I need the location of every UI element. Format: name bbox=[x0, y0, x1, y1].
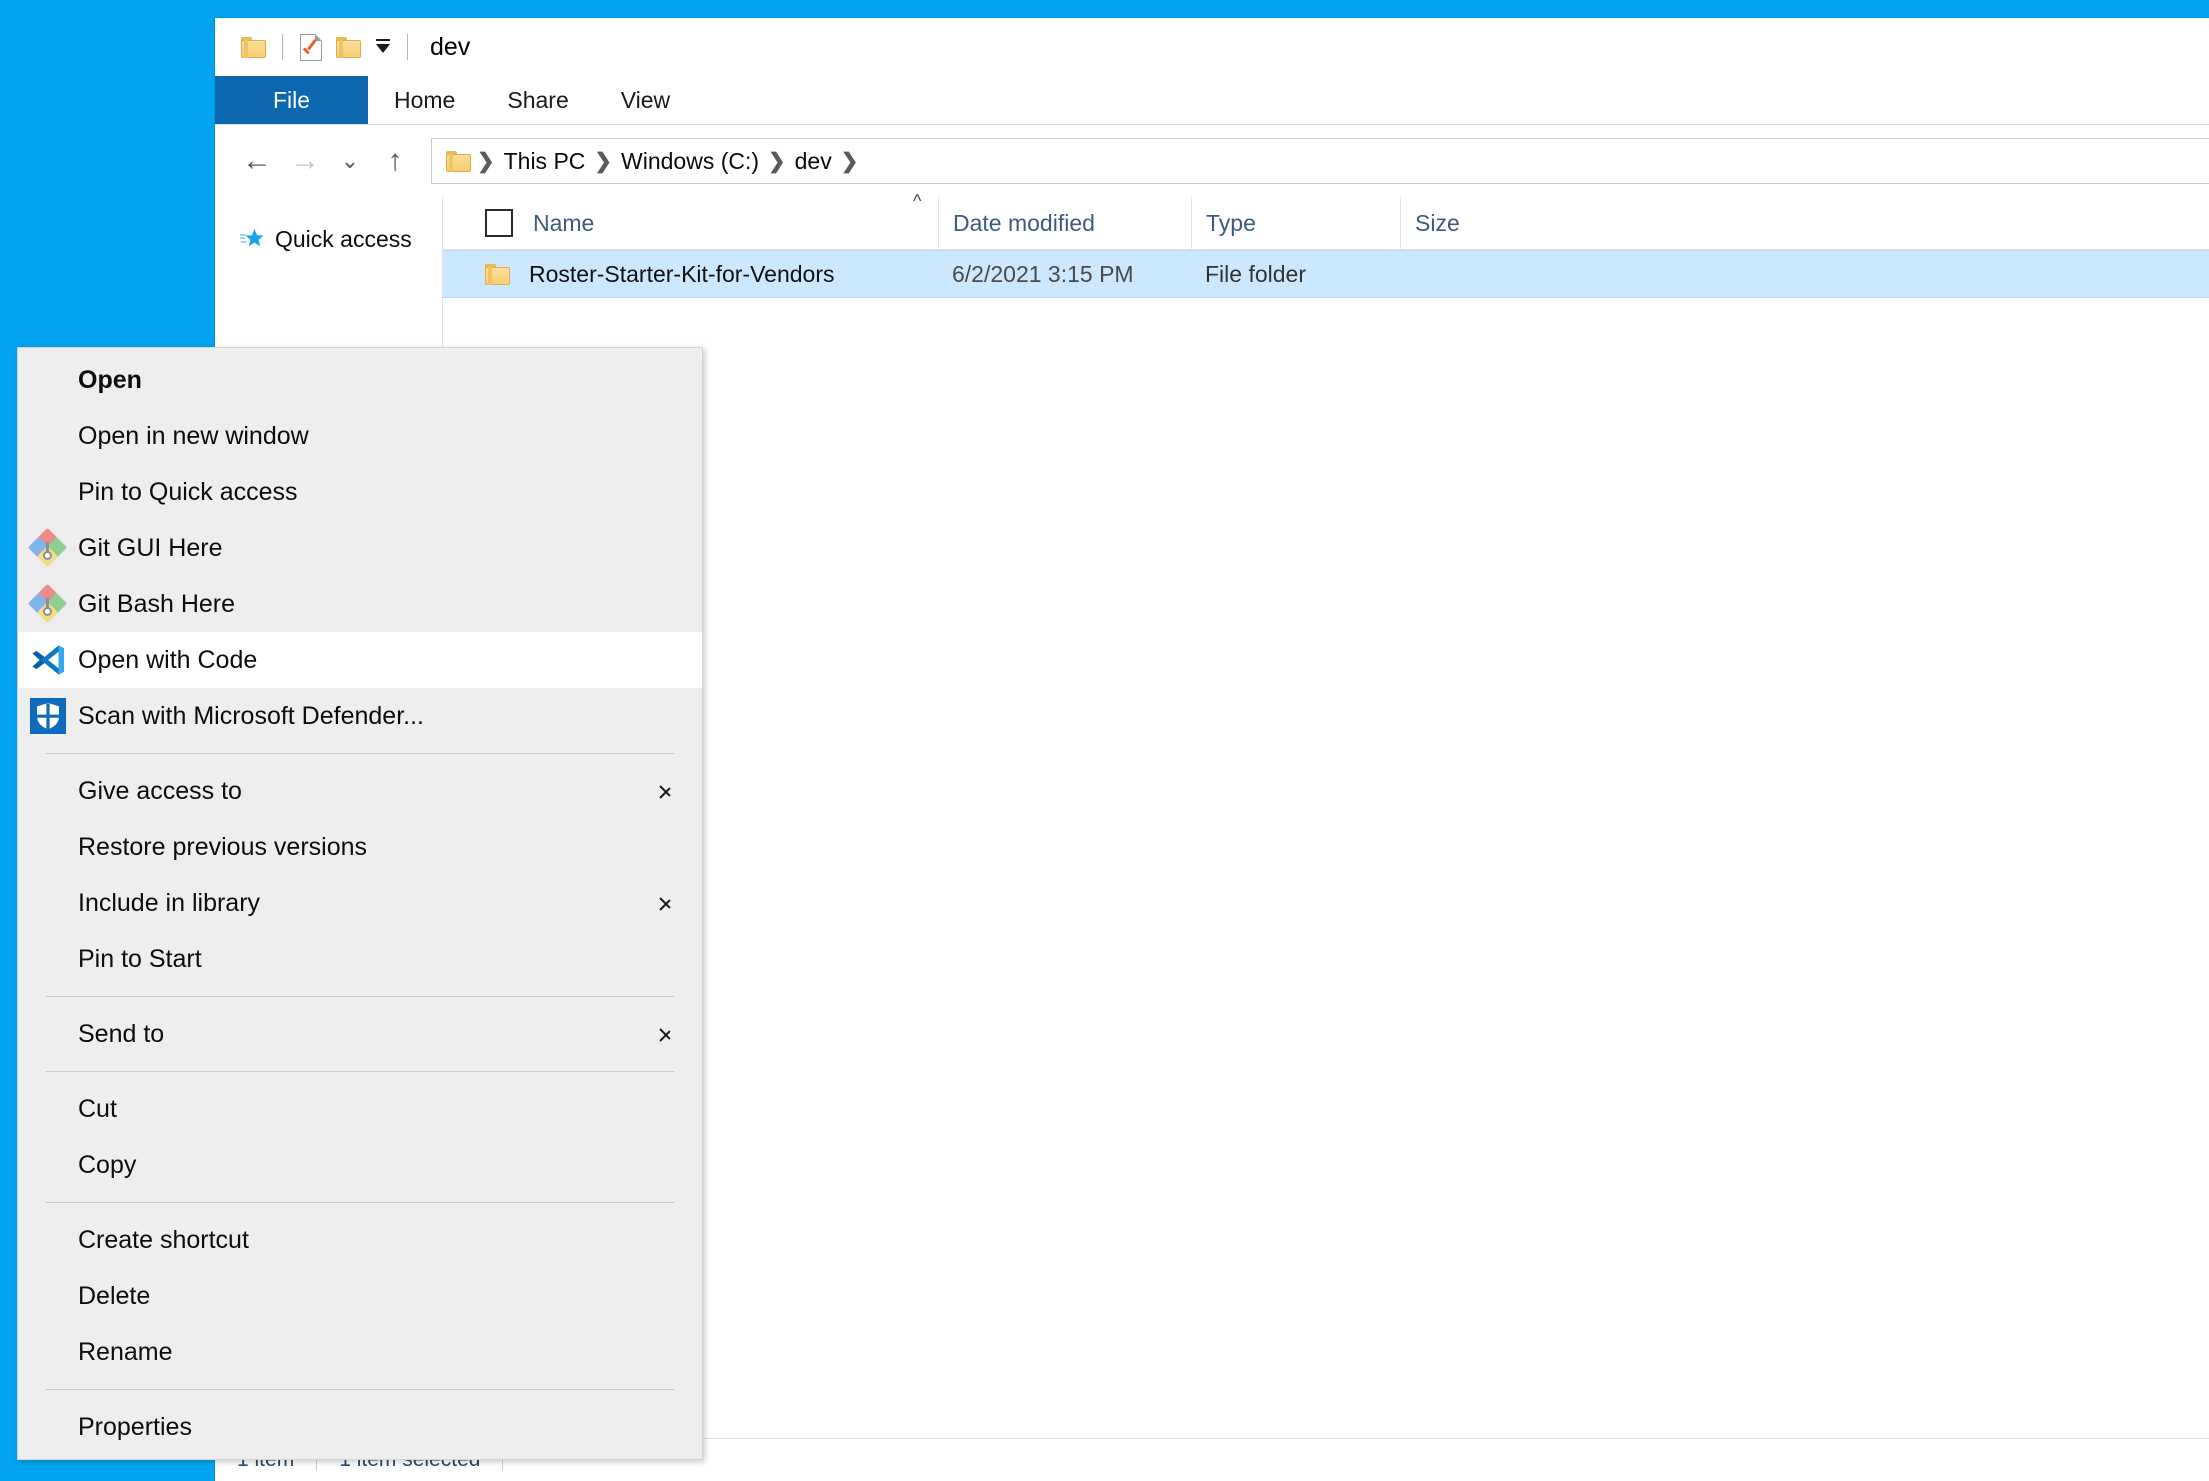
breadcrumb-separator-icon-3[interactable]: ❯ bbox=[840, 149, 860, 174]
tab-view[interactable]: View bbox=[595, 76, 696, 124]
menu-item-open[interactable]: Open bbox=[18, 352, 702, 408]
menu-item-properties[interactable]: Properties bbox=[18, 1399, 702, 1455]
menu-separator bbox=[46, 1202, 674, 1203]
menu-item-cut[interactable]: Cut bbox=[18, 1081, 702, 1137]
menu-item-label: Pin to Start bbox=[78, 944, 202, 973]
column-header-name[interactable]: Name bbox=[443, 197, 938, 249]
chevron-right-icon bbox=[660, 892, 674, 914]
column-header-date-label: Date modified bbox=[953, 209, 1095, 236]
ribbon-tab-bar: File Home Share View bbox=[215, 76, 2209, 125]
menu-item-create-shortcut[interactable]: Create shortcut bbox=[18, 1212, 702, 1268]
menu-item-git-bash-here[interactable]: Git Bash Here bbox=[18, 576, 702, 632]
menu-item-label: Git GUI Here bbox=[78, 533, 223, 562]
toolbar-divider-2 bbox=[407, 34, 408, 60]
forward-button[interactable]: → bbox=[281, 137, 329, 185]
recent-locations-button[interactable]: ⌄ bbox=[329, 137, 371, 185]
folder-icon[interactable] bbox=[235, 28, 273, 66]
menu-separator bbox=[46, 1389, 674, 1390]
menu-item-label: Cut bbox=[78, 1094, 117, 1123]
properties-icon[interactable] bbox=[292, 28, 330, 66]
vscode-icon bbox=[18, 642, 78, 678]
breadcrumb-separator-icon: ❯ bbox=[477, 149, 495, 173]
row-cell-size bbox=[1400, 251, 1545, 297]
menu-item-label: Properties bbox=[78, 1412, 192, 1441]
menu-item-open-with-code[interactable]: Open with Code bbox=[18, 632, 702, 688]
menu-item-label: Include in library bbox=[78, 888, 261, 917]
menu-item-delete[interactable]: Delete bbox=[18, 1268, 702, 1324]
back-button[interactable]: ← bbox=[233, 137, 281, 185]
menu-separator bbox=[46, 753, 674, 754]
menu-item-scan-with-defender[interactable]: Scan with Microsoft Defender... bbox=[18, 688, 702, 744]
menu-item-pin-to-start[interactable]: Pin to Start bbox=[18, 931, 702, 987]
menu-item-restore-previous-versions[interactable]: Restore previous versions bbox=[18, 819, 702, 875]
customize-qat-caret-icon[interactable] bbox=[368, 30, 398, 64]
breadcrumb-this-pc[interactable]: This PC bbox=[496, 148, 594, 175]
menu-item-copy[interactable]: Copy bbox=[18, 1137, 702, 1193]
menu-item-pin-to-quick-access[interactable]: Pin to Quick access bbox=[18, 464, 702, 520]
column-header-size-label: Size bbox=[1415, 209, 1460, 236]
menu-separator bbox=[46, 1071, 674, 1072]
row-cell-name: Roster-Starter-Kit-for-Vendors bbox=[443, 251, 938, 297]
menu-item-label: Pin to Quick access bbox=[78, 477, 298, 506]
tab-share[interactable]: Share bbox=[481, 76, 594, 124]
navigation-bar: ← → ⌄ ↑ ❯ This PC ❯ Windows (C:) ❯ dev ❯ bbox=[215, 125, 2209, 197]
window-title: dev bbox=[430, 32, 471, 61]
shield-icon bbox=[18, 698, 78, 734]
column-header-type-label: Type bbox=[1206, 209, 1256, 236]
select-all-checkbox[interactable] bbox=[485, 209, 513, 237]
menu-item-label: Restore previous versions bbox=[78, 832, 368, 861]
tab-home[interactable]: Home bbox=[368, 76, 481, 124]
menu-item-label: Create shortcut bbox=[78, 1225, 249, 1254]
menu-item-label: Delete bbox=[78, 1281, 151, 1310]
breadcrumb-separator-icon-1[interactable]: ❯ bbox=[593, 149, 613, 174]
context-menu: Open Open in new window Pin to Quick acc… bbox=[17, 347, 703, 1460]
menu-item-label: Give access to bbox=[78, 776, 242, 805]
menu-item-label: Open with Code bbox=[78, 645, 258, 674]
row-cell-type: File folder bbox=[1205, 260, 1306, 287]
new-folder-icon[interactable] bbox=[330, 28, 368, 66]
star-icon bbox=[239, 226, 265, 252]
column-header-type[interactable]: Type bbox=[1191, 197, 1400, 249]
folder-icon bbox=[485, 263, 511, 285]
chevron-right-icon bbox=[660, 1023, 674, 1045]
breadcrumb-dev[interactable]: dev bbox=[787, 148, 840, 175]
menu-item-rename[interactable]: Rename bbox=[18, 1324, 702, 1380]
menu-item-include-in-library[interactable]: Include in library bbox=[18, 875, 702, 931]
file-list-pane: ^ Name Date modified Type Size Roster-St… bbox=[443, 191, 2209, 1438]
row-name-label: Roster-Starter-Kit-for-Vendors bbox=[529, 260, 835, 287]
sidebar-item-quick-access[interactable]: Quick access bbox=[215, 219, 442, 259]
column-header-size[interactable]: Size bbox=[1400, 197, 1545, 249]
breadcrumb-windows-c[interactable]: Windows (C:) bbox=[613, 148, 767, 175]
menu-separator bbox=[46, 996, 674, 997]
menu-item-give-access-to[interactable]: Give access to bbox=[18, 763, 702, 819]
menu-item-label: Send to bbox=[78, 1019, 165, 1048]
row-cell-date-modified: 6/2/2021 3:15 PM bbox=[952, 260, 1134, 287]
address-folder-icon bbox=[446, 150, 472, 172]
menu-item-label: Rename bbox=[78, 1337, 173, 1366]
breadcrumb-separator-icon-2[interactable]: ❯ bbox=[767, 149, 787, 174]
menu-item-label: Scan with Microsoft Defender... bbox=[78, 701, 424, 730]
git-icon bbox=[18, 583, 78, 624]
menu-item-label: Open bbox=[78, 365, 142, 394]
title-bar: dev bbox=[215, 18, 2209, 76]
git-icon bbox=[18, 527, 78, 568]
menu-item-git-gui-here[interactable]: Git GUI Here bbox=[18, 520, 702, 576]
menu-item-send-to[interactable]: Send to bbox=[18, 1006, 702, 1062]
toolbar-divider bbox=[282, 34, 283, 60]
menu-item-label: Copy bbox=[78, 1150, 137, 1179]
sidebar-item-label: Quick access bbox=[275, 225, 412, 252]
menu-item-open-in-new-window[interactable]: Open in new window bbox=[18, 408, 702, 464]
up-button[interactable]: ↑ bbox=[371, 137, 419, 185]
column-header-date-modified[interactable]: Date modified bbox=[938, 197, 1191, 249]
sort-ascending-icon: ^ bbox=[913, 191, 922, 211]
menu-item-label: Git Bash Here bbox=[78, 589, 236, 618]
menu-item-label: Open in new window bbox=[78, 421, 309, 450]
column-header-name-label: Name bbox=[533, 209, 595, 236]
address-bar[interactable]: ❯ This PC ❯ Windows (C:) ❯ dev ❯ bbox=[431, 138, 2209, 184]
tab-file[interactable]: File bbox=[215, 76, 368, 124]
table-row[interactable]: Roster-Starter-Kit-for-Vendors 6/2/2021 … bbox=[443, 250, 2209, 298]
column-header-row: ^ Name Date modified Type Size bbox=[443, 191, 2209, 250]
chevron-right-icon bbox=[660, 780, 674, 802]
